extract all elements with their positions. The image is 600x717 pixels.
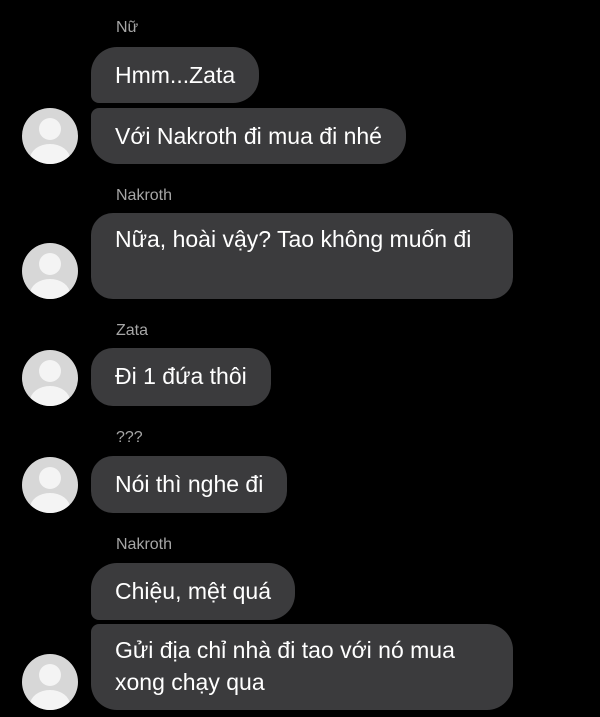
avatar-icon[interactable] <box>22 654 78 710</box>
sender-name: Nữ <box>116 19 139 36</box>
message-bubble[interactable]: Chiệu, mệt quá <box>91 563 295 620</box>
sender-name: ??? <box>116 429 143 446</box>
avatar-icon[interactable] <box>22 108 78 164</box>
avatar-icon[interactable] <box>22 350 78 406</box>
sender-name: Nakroth <box>116 536 173 553</box>
message-bubble[interactable]: Nữa, hoài vậy? Tao không muốn đi <box>91 213 513 299</box>
message-bubble[interactable]: Nói thì nghe đi <box>91 456 288 513</box>
message-bubble[interactable]: Hmm...Zata <box>91 47 260 103</box>
sender-name: Zata <box>116 322 149 339</box>
message-bubble[interactable]: Đi 1 đứa thôi <box>91 348 271 406</box>
message-bubble[interactable]: Gửi địa chỉ nhà đi tao với nó mua xong c… <box>91 624 513 710</box>
avatar-icon[interactable] <box>22 243 78 299</box>
message-bubble[interactable]: Với Nakroth đi mua đi nhé <box>91 108 406 164</box>
avatar-icon[interactable] <box>22 457 78 513</box>
sender-name: Nakroth <box>116 187 173 204</box>
